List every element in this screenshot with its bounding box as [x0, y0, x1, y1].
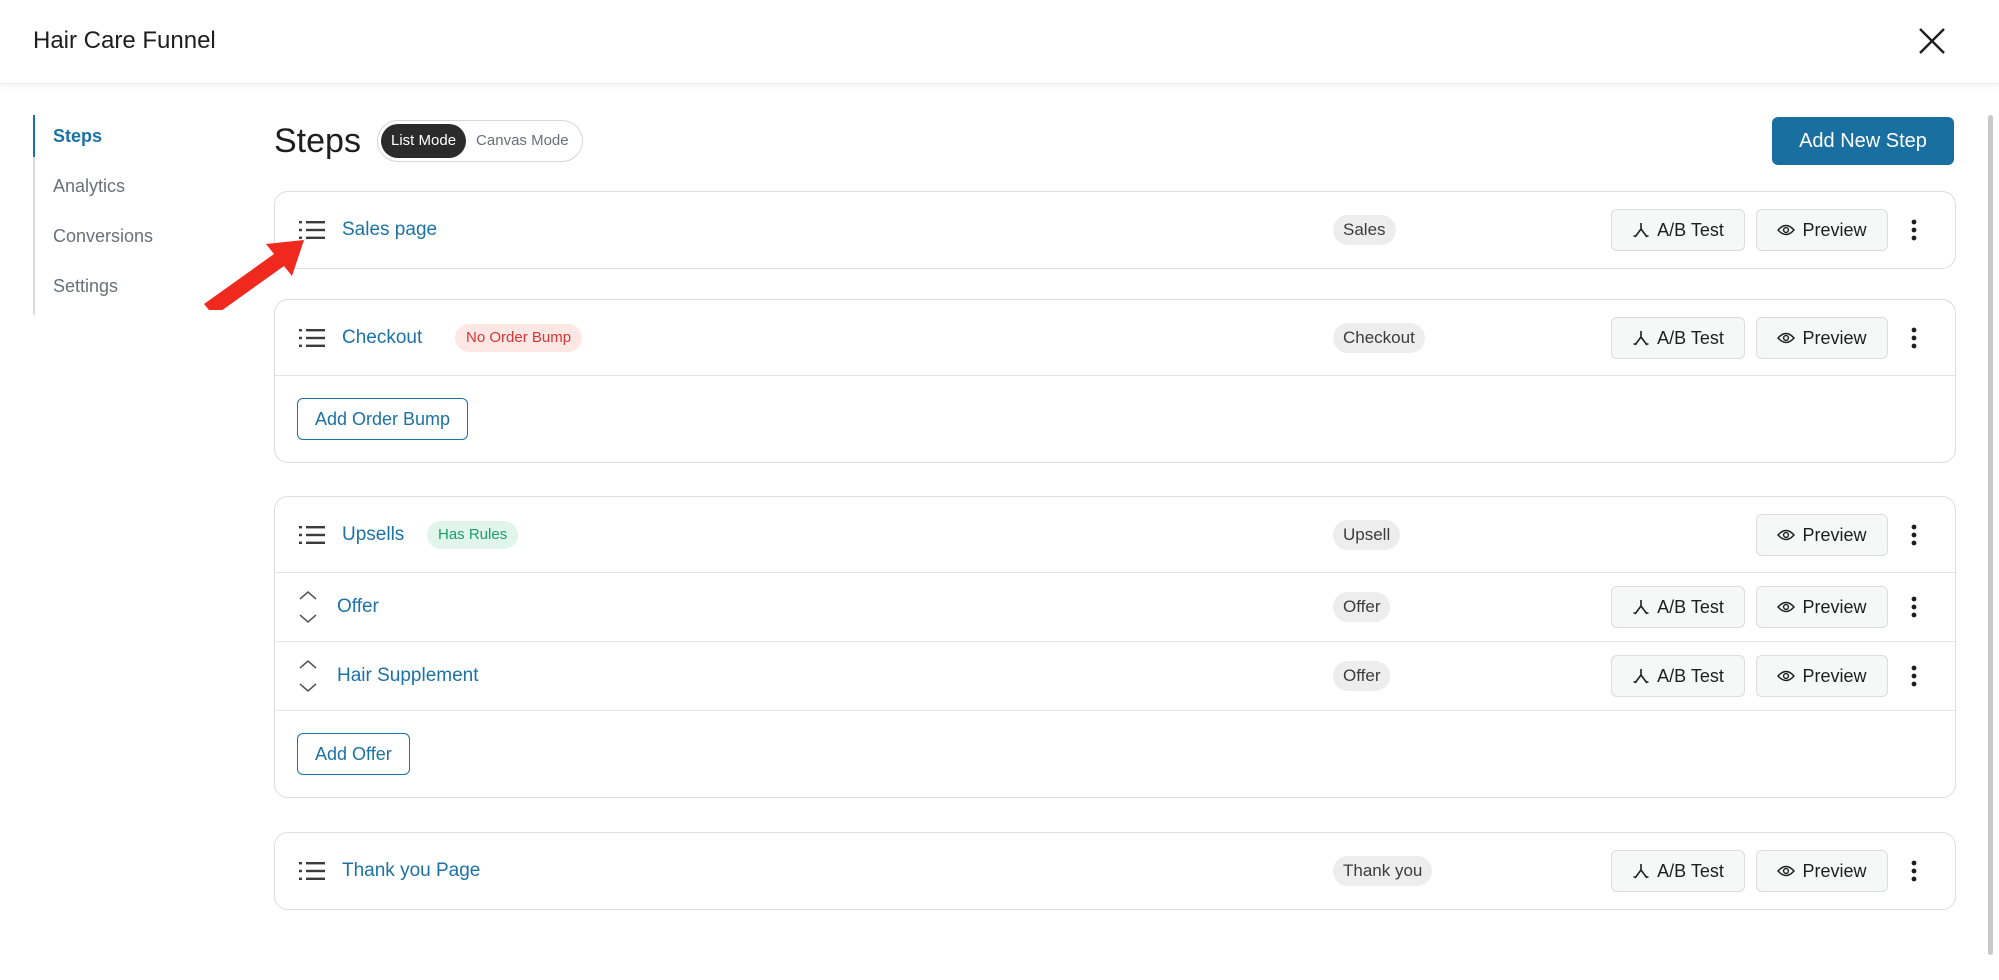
ab-test-button[interactable]: A/B Test	[1611, 850, 1745, 892]
more-options-icon[interactable]	[1907, 218, 1921, 242]
sidebar-item-analytics[interactable]: Analytics	[35, 165, 233, 215]
step-name-link[interactable]: Checkout	[342, 327, 422, 349]
preview-label: Preview	[1802, 666, 1867, 686]
eye-icon	[1777, 224, 1796, 236]
list-icon[interactable]	[299, 328, 325, 348]
list-icon[interactable]	[299, 861, 325, 881]
list-mode-button[interactable]: List Mode	[381, 124, 467, 158]
step-name-link[interactable]: Thank you Page	[342, 860, 480, 882]
offer-name-link[interactable]: Offer	[337, 596, 379, 618]
eye-icon	[1777, 601, 1796, 613]
list-icon[interactable]	[299, 525, 325, 545]
more-options-icon[interactable]	[1907, 595, 1921, 619]
step-type-badge: Checkout	[1333, 322, 1425, 353]
eye-icon	[1777, 332, 1796, 343]
preview-button[interactable]: Preview	[1756, 850, 1888, 892]
eye-icon	[1777, 670, 1796, 682]
more-options-icon[interactable]	[1907, 859, 1921, 883]
mode-toggle: List Mode Canvas Mode	[377, 120, 583, 162]
rules-status-badge: Has Rules	[427, 520, 519, 549]
close-icon[interactable]	[1916, 25, 1948, 57]
step-type-badge: Offer	[1333, 661, 1391, 691]
ab-test-icon	[1633, 864, 1649, 879]
ab-test-label: A/B Test	[1657, 861, 1724, 881]
preview-label: Preview	[1802, 327, 1867, 348]
reorder-arrows-icon[interactable]	[297, 658, 319, 694]
annotation-arrow-icon	[204, 240, 304, 310]
ab-test-button[interactable]: A/B Test	[1611, 316, 1745, 359]
page-title: Steps	[274, 122, 361, 160]
add-order-bump-button[interactable]: Add Order Bump	[297, 398, 469, 440]
more-options-icon[interactable]	[1907, 664, 1921, 688]
offer-row: Hair Supplement Offer A/B Test Preview	[275, 642, 1955, 711]
preview-button[interactable]: Preview	[1756, 655, 1888, 697]
preview-label: Preview	[1802, 220, 1867, 240]
step-card-upsells: Upsells Has Rules Upsell Preview Offer O…	[274, 496, 1956, 798]
preview-button[interactable]: Preview	[1756, 513, 1888, 556]
ab-test-button[interactable]: A/B Test	[1611, 655, 1745, 697]
ab-test-icon	[1633, 669, 1649, 684]
ab-test-label: A/B Test	[1657, 666, 1724, 686]
modal-header: Hair Care Funnel	[0, 0, 1999, 84]
offer-name-link[interactable]: Hair Supplement	[337, 665, 479, 687]
ab-test-label: A/B Test	[1657, 597, 1724, 617]
upsell-actions: Add Offer	[275, 711, 1955, 797]
preview-button[interactable]: Preview	[1756, 586, 1888, 628]
preview-button[interactable]: Preview	[1756, 209, 1888, 251]
canvas-mode-button[interactable]: Canvas Mode	[466, 124, 579, 158]
step-card-thankyou: Thank you Page Thank you A/B Test Previe…	[274, 832, 1956, 910]
reorder-arrows-icon[interactable]	[297, 589, 319, 625]
step-row: Sales page Sales A/B Test Preview	[275, 192, 1955, 268]
step-name-link[interactable]: Sales page	[342, 219, 437, 241]
order-bump-status-badge: No Order Bump	[455, 323, 583, 352]
step-row: Upsells Has Rules Upsell Preview	[275, 497, 1955, 573]
preview-button[interactable]: Preview	[1756, 316, 1888, 359]
ab-test-label: A/B Test	[1657, 327, 1724, 348]
step-type-badge: Offer	[1333, 592, 1391, 622]
ab-test-label: A/B Test	[1657, 220, 1724, 240]
ab-test-icon	[1633, 330, 1649, 345]
sidebar-item-steps[interactable]: Steps	[33, 115, 233, 165]
preview-label: Preview	[1802, 524, 1867, 545]
step-card-sales: Sales page Sales A/B Test Preview	[274, 191, 1956, 269]
preview-label: Preview	[1802, 861, 1867, 881]
step-row: Checkout No Order Bump Checkout A/B Test…	[275, 300, 1955, 376]
step-type-badge: Sales	[1333, 215, 1396, 245]
eye-icon	[1777, 865, 1796, 877]
scrollbar[interactable]	[1988, 115, 1993, 955]
eye-icon	[1777, 529, 1796, 540]
offer-row: Offer Offer A/B Test Preview	[275, 573, 1955, 642]
more-options-icon[interactable]	[1907, 326, 1921, 350]
ab-test-button[interactable]: A/B Test	[1611, 586, 1745, 628]
step-type-badge: Thank you	[1333, 856, 1433, 886]
step-row: Thank you Page Thank you A/B Test Previe…	[275, 833, 1955, 909]
step-card-checkout: Checkout No Order Bump Checkout A/B Test…	[274, 299, 1956, 463]
step-type-badge: Upsell	[1333, 519, 1401, 550]
preview-label: Preview	[1802, 597, 1867, 617]
funnel-title: Hair Care Funnel	[33, 27, 216, 54]
add-new-step-button[interactable]: Add New Step	[1772, 117, 1954, 165]
ab-test-icon	[1633, 600, 1649, 615]
add-offer-button[interactable]: Add Offer	[297, 733, 410, 775]
ab-test-icon	[1633, 223, 1649, 238]
checkout-actions: Add Order Bump	[275, 376, 1955, 462]
more-options-icon[interactable]	[1907, 523, 1921, 547]
step-name-link[interactable]: Upsells	[342, 524, 404, 546]
ab-test-button[interactable]: A/B Test	[1611, 209, 1745, 251]
